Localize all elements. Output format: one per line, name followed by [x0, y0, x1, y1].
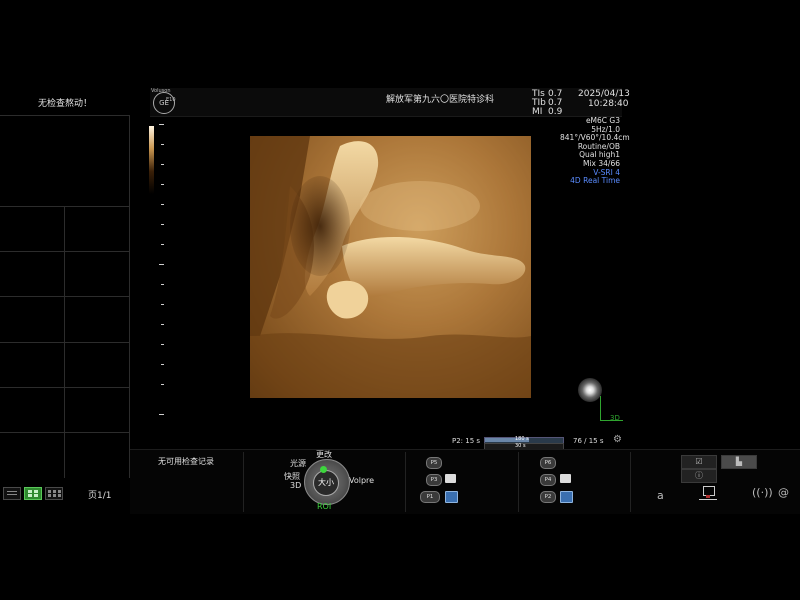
network-line — [699, 499, 717, 500]
print-icon[interactable] — [560, 474, 571, 483]
wifi-icon: ((·)) — [752, 486, 773, 499]
keyboard-mode-indicator: a — [657, 489, 664, 502]
mode-line: 4D Real Time — [570, 176, 620, 186]
dial-label-3d[interactable]: 3D — [290, 481, 301, 490]
divider — [405, 452, 406, 512]
status-title: 无检查熬动！ — [37, 99, 92, 109]
chart-tab-icon[interactable]: ▙ — [721, 455, 757, 469]
axis-label: 3D — [610, 414, 620, 422]
exam-time: 10:28:40 — [588, 99, 629, 109]
cine-value: 180 s — [515, 436, 529, 442]
orientation-ball-icon[interactable] — [578, 378, 602, 402]
depth-scale — [159, 120, 169, 420]
p2-button[interactable]: P2 — [540, 491, 556, 503]
p6-button[interactable]: P6 — [540, 457, 556, 469]
exam-record-status: 无可用检查记录 — [158, 457, 214, 466]
hospital-name: 解放军第九六〇医院特诊科 — [385, 95, 494, 105]
3d-render-view[interactable] — [250, 136, 531, 398]
single-layout-icon[interactable] — [3, 487, 21, 500]
ge-logo-icon: GE — [153, 92, 175, 114]
rendered-volume — [250, 136, 531, 398]
dial-center-size[interactable]: 大小 — [313, 470, 339, 496]
gear-icon[interactable]: ⚙ — [613, 434, 622, 445]
cine-label: P2: 15 s — [452, 437, 481, 445]
grayscale-map-bar — [149, 126, 154, 194]
p3-button[interactable]: P3 — [426, 474, 442, 486]
save-icon[interactable] — [560, 491, 573, 503]
exam-date: 2025/04/13 — [578, 89, 630, 99]
report-tab-icon[interactable]: ☑ — [681, 455, 717, 469]
email-icon: @ — [778, 486, 789, 499]
index-value: 0.9 — [548, 107, 563, 117]
p4-button[interactable]: P4 — [540, 474, 556, 486]
view-tabs: ☑ ▙ ⓘ — [681, 455, 800, 483]
divider — [518, 452, 519, 512]
acquisition-info: eM6C G3 5Hz/1.0 841°/V60°/10.4cm Routine… — [560, 116, 630, 186]
divider — [630, 452, 631, 512]
cine-count: 76 / 15 s — [573, 437, 604, 445]
page-indicator: 页1/1 — [88, 491, 112, 501]
network-status-icon — [706, 495, 710, 498]
dial-label-light[interactable]: 光源 — [290, 458, 306, 469]
grid-layout-icon[interactable] — [24, 487, 42, 500]
info-tab-icon[interactable]: ⓘ — [681, 469, 717, 483]
save-icon[interactable] — [445, 491, 458, 503]
divider — [243, 452, 244, 512]
index-label: MI — [532, 107, 543, 117]
model-badge: E10 — [166, 97, 176, 103]
layout-buttons — [3, 487, 66, 501]
print-icon[interactable] — [445, 474, 456, 483]
multi-grid-layout-icon[interactable] — [45, 487, 63, 500]
p1-button[interactable]: P1 — [420, 491, 440, 503]
p5-button[interactable]: P5 — [426, 457, 442, 469]
dial-label-volpre[interactable]: Volpre — [349, 476, 374, 485]
dial-label-roi[interactable]: ROI — [317, 502, 331, 511]
thumbnail-grid[interactable] — [0, 115, 130, 478]
dial-active-indicator — [320, 466, 327, 473]
grid-divider — [64, 206, 65, 478]
